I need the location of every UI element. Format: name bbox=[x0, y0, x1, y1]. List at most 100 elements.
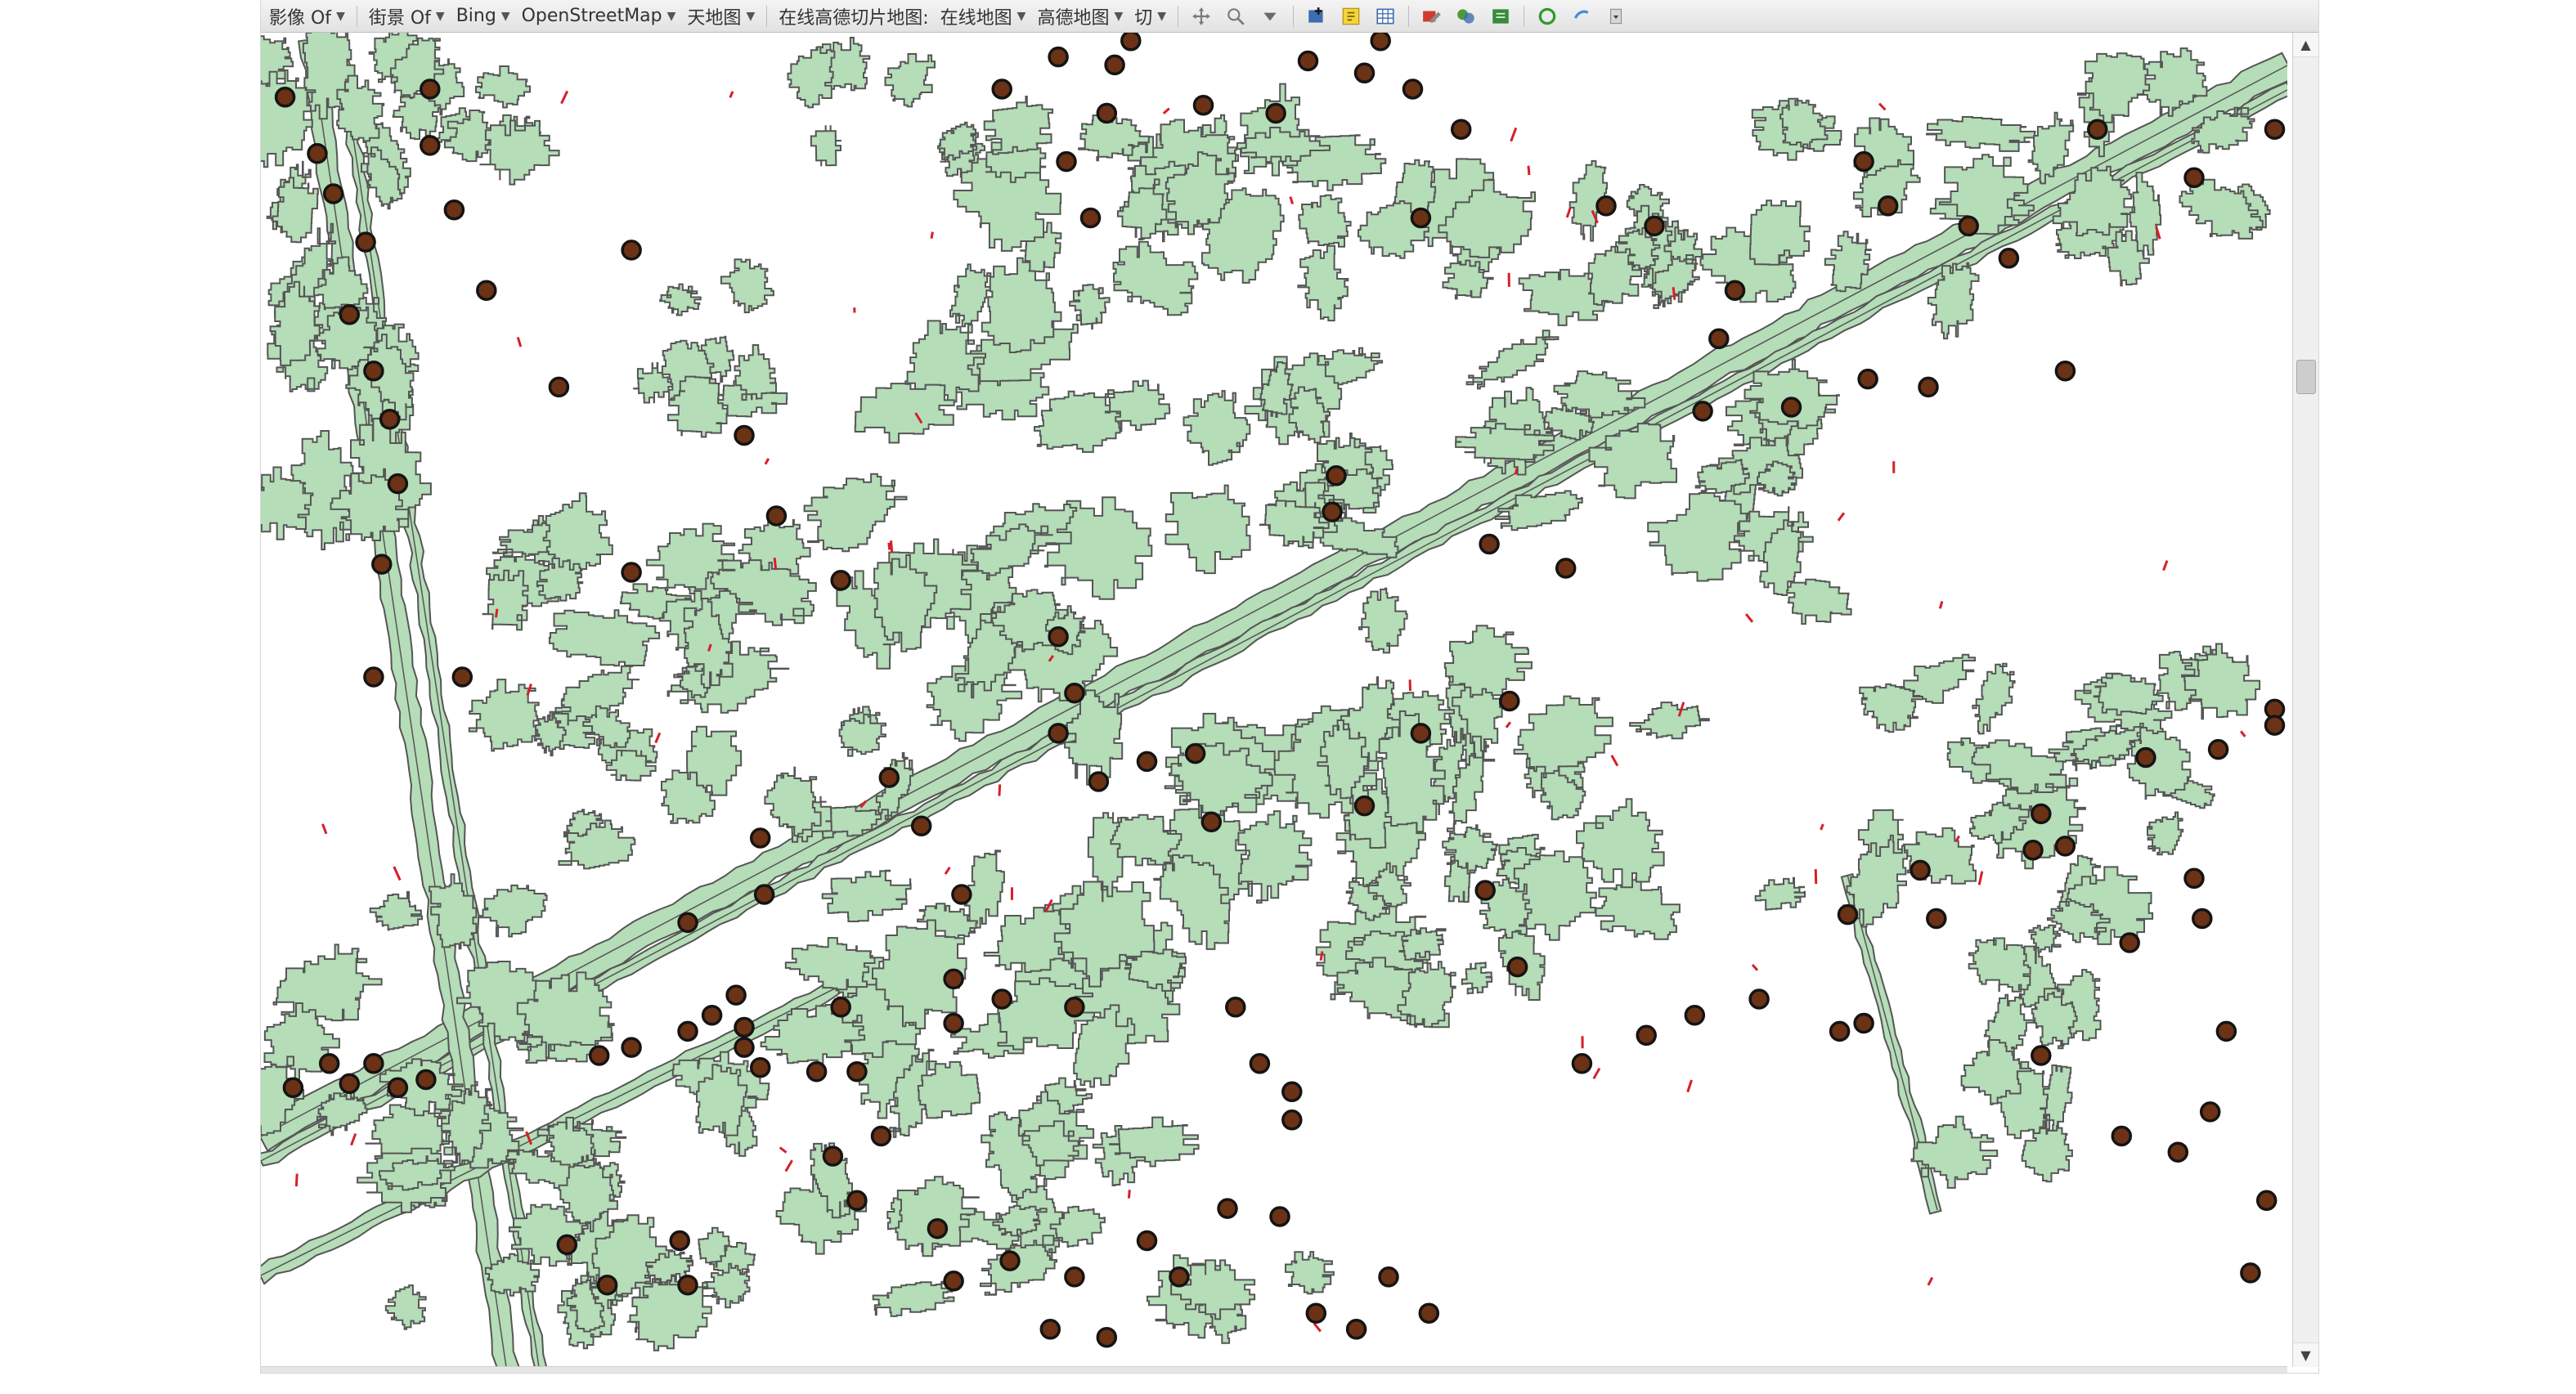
sample-point[interactable] bbox=[1269, 1206, 1290, 1227]
sample-point[interactable] bbox=[274, 87, 296, 108]
sample-point[interactable] bbox=[943, 968, 964, 990]
help-icon[interactable] bbox=[1570, 5, 1593, 28]
sample-point[interactable] bbox=[1048, 46, 1069, 68]
sample-point[interactable] bbox=[910, 815, 932, 836]
toolbar-item-imagery[interactable]: 影像 Of ▼ bbox=[269, 3, 345, 29]
parcel-polygon[interactable] bbox=[1237, 810, 1313, 904]
zoom-icon[interactable] bbox=[1224, 5, 1247, 28]
sample-point[interactable] bbox=[2240, 1262, 2261, 1284]
sample-point[interactable] bbox=[1837, 903, 1859, 926]
sample-point[interactable] bbox=[2135, 746, 2156, 769]
sample-point[interactable] bbox=[1064, 1266, 1085, 1288]
sample-point[interactable] bbox=[1184, 742, 1206, 764]
sample-point[interactable] bbox=[556, 1234, 578, 1256]
sample-point[interactable] bbox=[339, 1073, 361, 1095]
parcel-polygon[interactable] bbox=[479, 119, 560, 186]
sample-point[interactable] bbox=[951, 884, 972, 905]
table-icon[interactable] bbox=[1374, 5, 1397, 28]
sample-point[interactable] bbox=[1499, 690, 1520, 712]
sample-point[interactable] bbox=[701, 1004, 723, 1026]
arrow-down-icon[interactable]: ▼ bbox=[2293, 1342, 2318, 1367]
sample-point[interactable] bbox=[1322, 501, 1343, 522]
sample-point[interactable] bbox=[2199, 1101, 2221, 1123]
sample-point[interactable] bbox=[443, 199, 465, 221]
parcel-polygon[interactable] bbox=[272, 177, 319, 244]
sample-point[interactable] bbox=[1120, 33, 1142, 52]
sample-point[interactable] bbox=[1265, 102, 1286, 124]
sample-point[interactable] bbox=[596, 1274, 618, 1296]
parcel-polygon[interactable] bbox=[764, 766, 822, 837]
sample-point[interactable] bbox=[1079, 207, 1102, 229]
sample-point[interactable] bbox=[1096, 102, 1118, 124]
parcel-polygon[interactable] bbox=[784, 937, 876, 991]
sample-point[interactable] bbox=[2031, 803, 2052, 825]
parcel-polygon[interactable] bbox=[787, 46, 836, 109]
sample-point[interactable] bbox=[1225, 997, 1246, 1018]
sample-point[interactable] bbox=[822, 1145, 844, 1167]
sample-point[interactable] bbox=[765, 505, 788, 527]
parcel-polygon[interactable] bbox=[2147, 811, 2184, 856]
sample-point[interactable] bbox=[1410, 207, 1432, 229]
sample-point[interactable] bbox=[1048, 626, 1069, 648]
sample-point[interactable] bbox=[943, 1271, 964, 1292]
sample-point[interactable] bbox=[451, 666, 473, 688]
sample-point[interactable] bbox=[1418, 1302, 1440, 1324]
sample-point[interactable] bbox=[830, 997, 851, 1018]
toolbar-item-openstreetmap[interactable]: OpenStreetMap ▼ bbox=[522, 6, 676, 26]
sample-point[interactable] bbox=[878, 767, 900, 788]
parcel-polygon[interactable] bbox=[1112, 240, 1199, 316]
parcel-polygon[interactable] bbox=[1576, 798, 1665, 889]
sample-point[interactable] bbox=[2183, 167, 2205, 189]
sample-point[interactable] bbox=[1555, 558, 1577, 579]
parcel-polygon[interactable] bbox=[1784, 578, 1852, 625]
sample-point[interactable] bbox=[1829, 1020, 1851, 1042]
sample-point[interactable] bbox=[1200, 811, 1223, 833]
parcel-polygon[interactable] bbox=[1298, 194, 1352, 248]
sample-point[interactable] bbox=[2167, 1141, 2189, 1163]
toolbar-item-tiles[interactable]: 切 ▼ bbox=[1134, 3, 1166, 29]
sample-point[interactable] bbox=[2119, 932, 2140, 953]
parcel-polygon[interactable] bbox=[1972, 662, 2016, 735]
toolbar-item-online-map[interactable]: 在线地图 ▼ bbox=[940, 3, 1026, 29]
sample-point[interactable] bbox=[677, 912, 698, 934]
parcel-polygon[interactable] bbox=[821, 869, 912, 922]
sample-point[interactable] bbox=[1378, 1266, 1399, 1288]
sample-point[interactable] bbox=[1410, 723, 1432, 744]
sample-point[interactable] bbox=[1571, 1053, 1593, 1074]
sample-point[interactable] bbox=[307, 143, 328, 164]
sample-point[interactable] bbox=[1064, 682, 1085, 704]
sample-point[interactable] bbox=[991, 78, 1012, 100]
parcel-polygon[interactable] bbox=[872, 1280, 958, 1317]
sample-point[interactable] bbox=[1192, 94, 1214, 116]
sample-point[interactable] bbox=[2207, 738, 2229, 760]
sample-point[interactable] bbox=[2111, 1125, 2133, 1147]
map-canvas[interactable] bbox=[261, 33, 2287, 1367]
sample-point[interactable] bbox=[282, 1077, 304, 1099]
sample-point[interactable] bbox=[420, 135, 441, 156]
sample-point[interactable] bbox=[749, 1056, 771, 1078]
sample-point[interactable] bbox=[415, 1069, 437, 1091]
sample-point[interactable] bbox=[621, 562, 642, 583]
sample-point[interactable] bbox=[1039, 1319, 1061, 1340]
sample-point[interactable] bbox=[1877, 195, 1899, 217]
sample-point[interactable] bbox=[2022, 840, 2044, 861]
sample-point[interactable] bbox=[318, 1053, 340, 1074]
sample-point[interactable] bbox=[476, 280, 497, 301]
add-layer-icon[interactable] bbox=[1305, 5, 1328, 28]
sample-point[interactable] bbox=[1595, 195, 1617, 217]
parcel-polygon[interactable] bbox=[369, 890, 423, 931]
sample-point[interactable] bbox=[1857, 368, 1878, 390]
sample-point[interactable] bbox=[1353, 62, 1376, 84]
sample-point[interactable] bbox=[387, 473, 409, 495]
sample-point[interactable] bbox=[1724, 280, 1746, 301]
parcel-polygon[interactable] bbox=[720, 258, 774, 314]
sample-point[interactable] bbox=[749, 827, 771, 849]
parcel-polygon[interactable] bbox=[854, 383, 955, 444]
sample-point[interactable] bbox=[1780, 397, 1802, 418]
sample-point[interactable] bbox=[669, 1230, 690, 1252]
sample-point[interactable] bbox=[1370, 33, 1391, 52]
sample-point[interactable] bbox=[1096, 1326, 1118, 1348]
parcel-polygon[interactable] bbox=[1595, 876, 1681, 940]
sample-point[interactable] bbox=[548, 376, 570, 398]
parcel-polygon[interactable] bbox=[1465, 329, 1560, 390]
